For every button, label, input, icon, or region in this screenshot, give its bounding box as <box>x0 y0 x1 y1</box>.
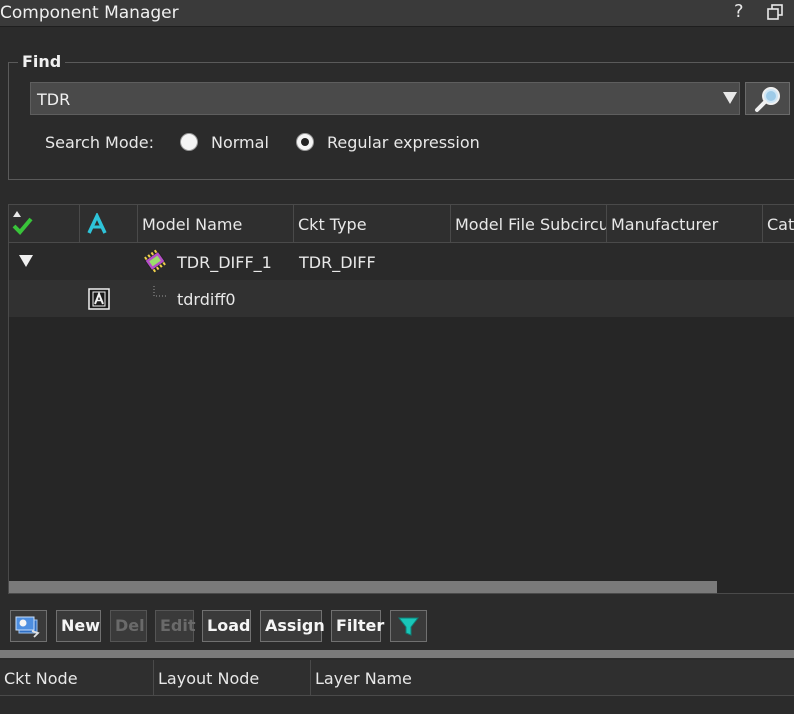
assign-button[interactable]: Assign <box>260 610 325 642</box>
magnifier-icon <box>755 87 780 112</box>
column-layer-name[interactable]: Layer Name <box>311 660 794 696</box>
chip-component-icon <box>144 249 166 273</box>
funnel-filter-button[interactable] <box>390 610 427 642</box>
window-title: Component Manager <box>0 3 179 23</box>
library-icon <box>15 616 40 638</box>
table-header: Model Name Ckt Type Model File Subcircui… <box>9 205 794 243</box>
ckt-type-cell[interactable]: TDR_DIFF <box>299 253 376 272</box>
funnel-icon <box>397 617 420 636</box>
column-catalog[interactable]: Catalog <box>763 205 794 243</box>
find-legend: Find <box>18 52 66 71</box>
dropdown-arrow-icon[interactable] <box>723 92 737 104</box>
title-bar: Component Manager ? <box>0 0 794 27</box>
table-row[interactable]: tdrdiff0 <box>9 280 794 317</box>
radio-regular-expression[interactable] <box>296 133 314 151</box>
del-button[interactable]: Del <box>110 610 147 642</box>
checkmark-sort-icon <box>12 211 33 235</box>
letter-a-icon <box>87 213 107 234</box>
column-check[interactable] <box>9 205 80 243</box>
tree-connector-icon <box>153 286 168 297</box>
model-name-cell[interactable]: TDR_DIFF_1 <box>177 253 272 272</box>
column-attribute[interactable] <box>80 205 138 243</box>
new-button[interactable]: New <box>56 610 101 642</box>
table-row[interactable]: TDR_DIFF_1 TDR_DIFF <box>9 243 794 280</box>
restore-icon[interactable] <box>766 3 784 21</box>
attribute-a-box-icon[interactable] <box>88 288 110 310</box>
radio-regular-expression-label[interactable]: Regular expression <box>327 133 480 152</box>
column-manufacturer[interactable]: Manufacturer <box>607 205 763 243</box>
column-ckt-node[interactable]: Ckt Node <box>0 660 154 696</box>
node-table-header: Ckt Node Layout Node Layer Name <box>0 660 794 696</box>
edit-button[interactable]: Edit <box>155 610 196 642</box>
column-model-file-subcircuit[interactable]: Model File Subcircuit <box>451 205 607 243</box>
column-layout-node[interactable]: Layout Node <box>154 660 311 696</box>
radio-normal[interactable] <box>180 133 198 151</box>
component-table: Model Name Ckt Type Model File Subcircui… <box>8 204 794 594</box>
column-ckt-type[interactable]: Ckt Type <box>294 205 451 243</box>
radio-normal-label[interactable]: Normal <box>211 133 269 152</box>
search-mode-label: Search Mode: <box>45 133 155 152</box>
search-query[interactable]: TDR <box>37 90 70 109</box>
column-model-name[interactable]: Model Name <box>138 205 294 243</box>
filter-button[interactable]: Filter <box>331 610 384 642</box>
load-button[interactable]: Load <box>202 610 251 642</box>
help-button[interactable]: ? <box>734 1 744 22</box>
horizontal-scrollbar-thumb[interactable] <box>9 581 717 593</box>
search-button[interactable] <box>745 82 790 115</box>
panel-splitter[interactable] <box>0 650 794 658</box>
expand-triangle-icon[interactable] <box>19 255 33 267</box>
library-button[interactable] <box>10 610 47 642</box>
model-name-cell[interactable]: tdrdiff0 <box>177 290 236 309</box>
search-combobox[interactable]: TDR <box>30 82 740 115</box>
find-group <box>8 62 794 180</box>
